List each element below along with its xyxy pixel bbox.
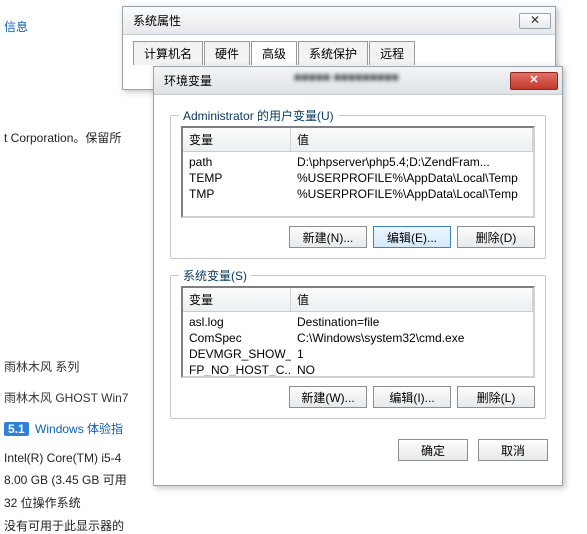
var-name: TMP <box>183 187 291 201</box>
table-row[interactable]: ComSpecC:\Windows\system32\cmd.exe <box>183 330 533 346</box>
cancel-button[interactable]: 取消 <box>478 439 548 461</box>
col-header-name[interactable]: 变量 <box>183 128 291 151</box>
user-variables-label: Administrator 的用户变量(U) <box>179 107 338 124</box>
delete-user-var-button[interactable]: 删除(D) <box>457 226 535 248</box>
system-properties-title: 系统属性 <box>133 12 181 29</box>
edit-sys-var-button[interactable]: 编辑(I)... <box>373 386 451 408</box>
arch-text: 32 位操作系统 <box>4 494 150 511</box>
new-sys-var-button[interactable]: 新建(W)... <box>289 386 367 408</box>
var-value: %USERPROFILE%\AppData\Local\Temp <box>291 187 533 201</box>
tab-remote[interactable]: 远程 <box>369 41 415 65</box>
table-row[interactable]: asl.logDestination=file <box>183 314 533 330</box>
var-value: C:\Windows\system32\cmd.exe <box>291 331 533 345</box>
system-variables-list[interactable]: 变量 值 asl.logDestination=fileComSpecC:\Wi… <box>181 286 535 378</box>
envvars-titlebar[interactable]: 环境变量 ■■■■■ ■■■■■■■■■ <box>154 67 562 95</box>
var-name: path <box>183 155 291 169</box>
edit-user-var-button[interactable]: 编辑(E)... <box>373 226 451 248</box>
blurred-titlebar-text: ■■■■■ ■■■■■■■■■ <box>294 70 484 90</box>
var-value: 1 <box>291 347 533 361</box>
var-name: DEVMGR_SHOW_... <box>183 347 291 361</box>
ram-text: 8.00 GB (3.45 GB 可用 <box>4 471 150 488</box>
user-variables-list[interactable]: 变量 值 pathD:\phpserver\php5.4;D:\ZendFram… <box>181 126 535 218</box>
system-variables-group: 系统变量(S) 变量 值 asl.logDestination=fileComS… <box>170 275 546 419</box>
var-name: ComSpec <box>183 331 291 345</box>
delete-sys-var-button[interactable]: 删除(L) <box>457 386 535 408</box>
tab-system-protection[interactable]: 系统保护 <box>298 41 368 65</box>
tab-hardware[interactable]: 硬件 <box>204 41 250 65</box>
var-value: NO <box>291 363 533 377</box>
brand-line: 雨林木风 系列 <box>4 358 150 375</box>
system-properties-titlebar[interactable]: 系统属性 ✕ <box>123 7 555 35</box>
wei-badge: 5.1 <box>4 422 29 436</box>
var-name: TEMP <box>183 171 291 185</box>
cpu-text: Intel(R) Core(TM) i5-4 <box>4 451 150 465</box>
table-row[interactable]: TMP%USERPROFILE%\AppData\Local\Temp <box>183 186 533 202</box>
ghost-line: 雨林木风 GHOST Win7 <box>4 389 150 406</box>
var-value: Destination=file <box>291 315 533 329</box>
new-user-var-button[interactable]: 新建(N)... <box>289 226 367 248</box>
envvars-title: 环境变量 <box>164 72 212 89</box>
user-variables-group: Administrator 的用户变量(U) 变量 值 pathD:\phpse… <box>170 115 546 259</box>
table-row[interactable]: DEVMGR_SHOW_...1 <box>183 346 533 362</box>
var-value: %USERPROFILE%\AppData\Local\Temp <box>291 171 533 185</box>
var-name: asl.log <box>183 315 291 329</box>
table-row[interactable]: TEMP%USERPROFILE%\AppData\Local\Temp <box>183 170 533 186</box>
system-variables-label: 系统变量(S) <box>179 267 251 284</box>
close-icon[interactable]: ✕ <box>519 13 551 29</box>
col-header-name[interactable]: 变量 <box>183 288 291 311</box>
col-header-value[interactable]: 值 <box>291 128 533 151</box>
wei-link[interactable]: Windows 体验指 <box>35 422 123 436</box>
system-properties-tabs: 计算机名 硬件 高级 系统保护 远程 <box>133 41 545 65</box>
var-name: FP_NO_HOST_C... <box>183 363 291 377</box>
table-row[interactable]: pathD:\phpserver\php5.4;D:\ZendFram... <box>183 154 533 170</box>
close-icon[interactable] <box>510 72 558 90</box>
var-value: D:\phpserver\php5.4;D:\ZendFram... <box>291 155 533 169</box>
tab-computer-name[interactable]: 计算机名 <box>133 41 203 65</box>
environment-variables-dialog: 环境变量 ■■■■■ ■■■■■■■■■ Administrator 的用户变量… <box>153 66 563 486</box>
col-header-value[interactable]: 值 <box>291 288 533 311</box>
pen-text: 没有可用于此显示器的 <box>4 517 150 534</box>
table-row[interactable]: FP_NO_HOST_C...NO <box>183 362 533 378</box>
tab-advanced[interactable]: 高级 <box>251 41 297 65</box>
copyright-text: t Corporation。保留所 <box>4 129 150 146</box>
ok-button[interactable]: 确定 <box>398 439 468 461</box>
